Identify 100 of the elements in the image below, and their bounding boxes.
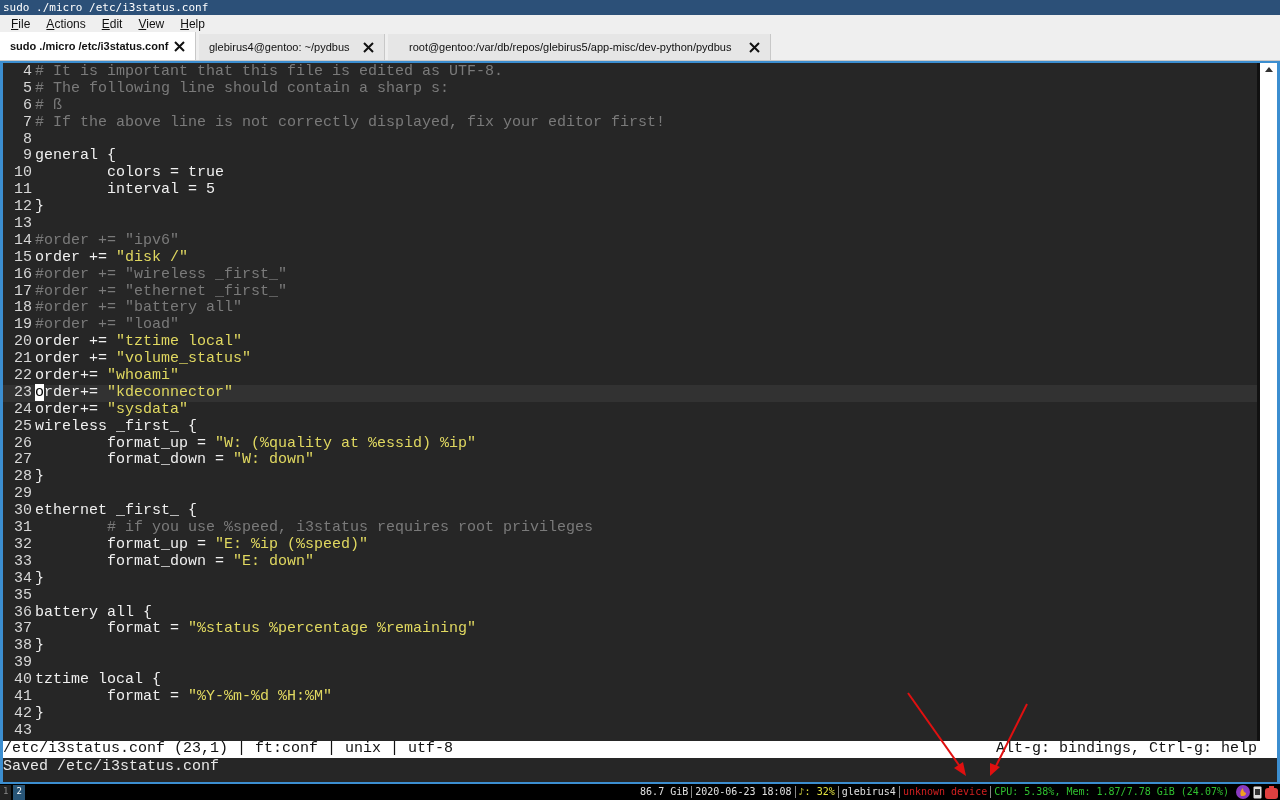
code-line: #order += "battery all" xyxy=(35,300,243,317)
code-line: } xyxy=(35,638,44,656)
code-line: battery all { xyxy=(35,604,153,621)
code-line: tztime local { xyxy=(35,672,162,689)
code-line: order += "tztime local" xyxy=(35,334,243,351)
line-number: 11 xyxy=(13,182,33,200)
code-line: wireless _first_ { xyxy=(35,418,198,436)
line-number: 41 xyxy=(13,688,33,706)
line-number: 28 xyxy=(13,469,33,487)
code-line: order+= "whoami" xyxy=(35,368,180,385)
line-number: 30 xyxy=(13,503,33,521)
line-number: 36 xyxy=(13,604,33,622)
line-number: 14 xyxy=(13,232,33,250)
code-line: format_down = "E: down" xyxy=(106,553,315,571)
code-line: } xyxy=(35,199,44,216)
line-number: 42 xyxy=(13,705,33,723)
line-number: 29 xyxy=(13,486,33,504)
line-number: 24 xyxy=(13,401,33,419)
code-line: colors = true xyxy=(106,165,225,182)
scroll-up-icon[interactable] xyxy=(1264,67,1273,72)
line-number: 20 xyxy=(13,334,33,352)
line-number: 23 xyxy=(13,384,33,402)
status-text: 2020-06-23 18:08 xyxy=(694,785,793,799)
line-number: 27 xyxy=(13,452,33,470)
code-line: } xyxy=(35,705,44,723)
code-line: format = "%status %percentage %remaining" xyxy=(106,621,477,639)
line-number: 38 xyxy=(13,638,33,656)
line-number: 21 xyxy=(13,351,33,369)
line-number: 37 xyxy=(13,621,33,639)
line-number: 22 xyxy=(13,368,33,385)
line-number: 8 xyxy=(22,131,33,149)
tray-device-icon[interactable] xyxy=(1253,785,1262,799)
code-line: format = "%Y-%m-%d %H:%M" xyxy=(106,688,333,706)
line-number: 34 xyxy=(13,570,33,588)
line-number: 25 xyxy=(13,418,33,436)
code-line: interval = 5 xyxy=(106,182,216,200)
line-number: 17 xyxy=(13,283,33,301)
status-text: CPU: 5.38%, Mem: 1.87/7.78 GiB (24.07%) xyxy=(993,785,1230,799)
code-line: order += "disk /" xyxy=(35,249,189,267)
code-line: } xyxy=(35,469,44,487)
line-number: 32 xyxy=(13,536,33,554)
line-number: 12 xyxy=(13,199,33,216)
code-line: } xyxy=(35,570,44,588)
code-line: format_up = "W: (%quality at %essid) %ip" xyxy=(106,435,477,452)
status-text: unknown device xyxy=(901,785,989,799)
line-number: 19 xyxy=(13,317,33,335)
code-line: ethernet _first_ { xyxy=(35,503,198,520)
close-icon[interactable] xyxy=(363,41,374,53)
code-line: #order += "load" xyxy=(35,317,180,334)
code-line: # if you use %speed, i3status requires root privileges xyxy=(106,520,594,537)
line-number: 26 xyxy=(13,435,33,453)
status-line: /etc/i3status.conf (23,1) | ft:conf | unix | utf-8 xyxy=(3,739,454,759)
close-icon[interactable] xyxy=(174,40,186,52)
line-number: 9 xyxy=(22,148,33,166)
code-line: order+= "kdeconnector" xyxy=(35,384,234,402)
code-line: # The following line should contain a sharp s: xyxy=(35,80,450,98)
code-line: general { xyxy=(35,148,116,165)
menu-item[interactable]: Actions xyxy=(38,16,94,32)
line-number: 18 xyxy=(13,300,33,318)
line-number: 43 xyxy=(13,722,33,740)
code-line: #order += "wireless _first_" xyxy=(35,266,288,284)
code-line: #order += "ipv6" xyxy=(35,232,180,250)
line-number: 5 xyxy=(22,80,33,98)
tray-flame-icon[interactable] xyxy=(1236,785,1250,799)
code-line: # It is important that this file is edited as UTF-8. xyxy=(35,64,504,81)
code-line: # If the above line is not correctly displayed, fix your editor first! xyxy=(35,114,666,132)
window-title: sudo ./micro /etc/i3status.conf xyxy=(3,0,209,15)
code-line: order+= "sysdata" xyxy=(35,401,189,419)
menu-item[interactable]: View xyxy=(130,16,173,32)
status-text: glebirus4 xyxy=(840,785,897,799)
status-message: Saved /etc/i3status.conf xyxy=(3,758,220,775)
tab[interactable]: root@gentoo:/var/db/repos/glebirus5/app-misc/dev-python/pydbus xyxy=(388,34,771,60)
status-text: 86.7 GiB xyxy=(639,785,690,799)
tab[interactable]: glebirus4@gentoo: ~/pydbus xyxy=(199,34,385,60)
tray-bag-icon[interactable] xyxy=(1265,785,1278,799)
code-line: format_down = "W: down" xyxy=(106,452,315,470)
scrollbar[interactable] xyxy=(1257,63,1277,741)
tab[interactable]: sudo ./micro /etc/i3status.conf xyxy=(0,32,196,60)
workspace-button[interactable]: 1 xyxy=(0,784,12,800)
close-icon[interactable] xyxy=(749,41,760,53)
line-number: 39 xyxy=(13,655,33,673)
line-number: 15 xyxy=(13,249,33,267)
line-number: 4 xyxy=(22,64,33,81)
menu-item[interactable]: File xyxy=(3,16,39,32)
line-number: 40 xyxy=(13,672,33,689)
line-number: 7 xyxy=(22,114,33,132)
line-number: 6 xyxy=(22,97,33,115)
menu-item[interactable]: Help xyxy=(172,16,213,32)
workspace-button[interactable]: 2 xyxy=(13,784,25,800)
line-number: 10 xyxy=(13,165,33,183)
status-text: ♪: 32% xyxy=(797,785,836,799)
line-number: 13 xyxy=(13,216,33,233)
code-line: #order += "ethernet _first_" xyxy=(35,283,288,300)
line-number: 35 xyxy=(13,587,33,605)
line-number: 16 xyxy=(13,266,33,284)
line-number: 33 xyxy=(13,553,33,571)
menu-item[interactable]: Edit xyxy=(93,16,131,32)
code-line: # ß xyxy=(35,97,62,115)
code-line: format_up = "E: %ip (%speed)" xyxy=(106,536,369,554)
code-line: order += "volume_status" xyxy=(35,351,252,368)
